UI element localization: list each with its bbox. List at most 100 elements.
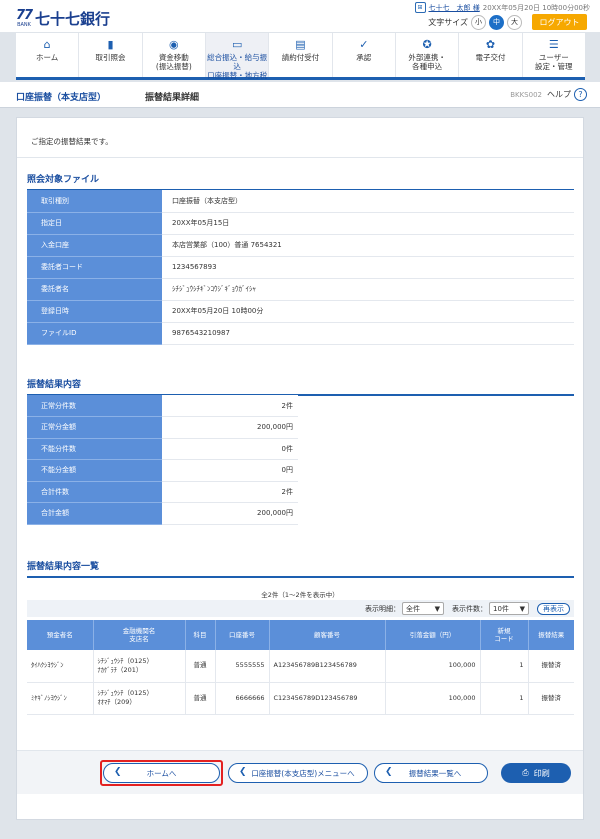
branch-name-cell: ﾅｶｹﾞﾗﾁ（201） <box>97 665 143 674</box>
column-header: 口座番号 <box>215 620 270 650</box>
nav-approval[interactable]: ✓ 承認 <box>333 33 396 77</box>
font-size-large-button[interactable]: 大 <box>507 14 522 30</box>
file-info-value: 20XX年05月15日 <box>162 212 574 235</box>
logout-button[interactable]: ログアウト <box>532 14 587 30</box>
service-menu-button-label: 口座振替(本支店型)メニューへ <box>251 768 355 778</box>
chevron-left-icon: ❮ <box>385 767 393 777</box>
redisplay-button[interactable]: 再表示 <box>537 602 570 615</box>
global-nav: ⌂ ホーム ▮ 取引照会 ◉ 資金移動 (振込振替) ▭ 総合振込・給与振込 口… <box>16 33 585 80</box>
service-menu-button[interactable]: ❮ 口座振替(本支店型)メニューへ <box>228 763 368 783</box>
nav-label: 設定・管理 <box>535 62 573 71</box>
column-header-line: 口座番号 <box>229 631 255 639</box>
nav-e-delivery[interactable]: ✿ 電子交付 <box>459 33 523 77</box>
column-header: 振替結果 <box>528 620 574 650</box>
nav-user-settings[interactable]: ☰ ユーザー 設定・管理 <box>523 33 585 77</box>
logo-mark: 77 BANK <box>15 8 33 29</box>
nav-label: 請約付受付 <box>281 53 320 62</box>
external-link-icon: ✪ <box>422 38 432 51</box>
page-title: 振替結果詳細 <box>145 93 200 103</box>
account-number: 6666666 <box>215 682 270 715</box>
font-size-small-button[interactable]: 小 <box>471 14 486 30</box>
help-link[interactable]: ヘルプ ? <box>547 88 587 101</box>
column-header: 引落金額（円） <box>385 620 481 650</box>
user-settings-icon: ☰ <box>548 38 559 51</box>
help-icon: ? <box>574 88 587 101</box>
column-header-line: コード <box>494 635 514 643</box>
nav-external[interactable]: ✪ 外部連携・ 各種申込 <box>396 33 460 77</box>
section-title-file: 照会対象ファイル <box>27 172 574 191</box>
column-header-line: 引落金額（円） <box>409 631 456 639</box>
account-type: 普通 <box>185 682 216 715</box>
result-summary-label: 合計件数 <box>27 481 162 503</box>
nav-bulk-transfer[interactable]: ▭ 総合振込・給与振込 口座振替・地方税 <box>205 33 270 80</box>
bank-logo[interactable]: 77 BANK 七十七銀行 <box>16 9 110 29</box>
approval-icon: ✓ <box>359 38 369 51</box>
result-summary-label: 正常分件数 <box>27 395 162 417</box>
result-summary-value: 2件 <box>162 481 298 503</box>
column-header-line: 顧客番号 <box>314 631 340 639</box>
e-delivery-icon: ✿ <box>485 38 496 51</box>
result-list-button[interactable]: ❮ 振替結果一覧へ <box>374 763 488 783</box>
nav-inquiry[interactable]: ▮ 取引照会 <box>79 33 143 77</box>
result-summary-row: 合計金額 200,000円 <box>27 502 298 525</box>
file-info-value: 1234567893 <box>162 256 574 279</box>
print-button[interactable]: ⎙ 印刷 <box>501 763 571 783</box>
table-row: ﾐﾔｷﾞﾉｼﾖｳｼﾞﾝ ｼﾁｼﾞｭｳｼﾁ（0125） ｵｵﾏﾁ（209） 普通 6… <box>27 682 574 715</box>
logo-number: 77 <box>15 8 33 23</box>
page-title-bar: 口座振替（本支店型） 振替結果詳細 BKKS002 ヘルプ ? <box>0 82 600 108</box>
home-button[interactable]: ❮ ホームへ <box>103 763 220 783</box>
depositor-name: ﾀｲﾊｸｼﾖｳｼﾞﾝ <box>27 650 94 683</box>
bank-name: 七十七銀行 <box>35 10 111 28</box>
result-summary-value: 200,000円 <box>162 416 298 439</box>
file-info-row: 登録日時 20XX年05月20日 10時00分 <box>27 300 574 323</box>
result-summary-value: 0円 <box>162 459 298 482</box>
new-code: 1 <box>480 682 529 715</box>
detail-filter-select[interactable]: 全件 ▼ <box>402 602 444 615</box>
nav-label: 資金移動 <box>158 53 189 62</box>
nav-label: 承認 <box>356 53 372 62</box>
bank-branch: ｼﾁｼﾞｭｳｼﾁ（0125） ｵｵﾏﾁ（209） <box>93 682 186 715</box>
nav-label: 電子交付 <box>475 53 506 62</box>
column-header: 新規 コード <box>480 620 529 650</box>
result-summary-table: 正常分件数 2件 正常分金額 200,000円 不能分件数 0件 不能分金額 0円 合計… <box>27 395 298 525</box>
per-page-label: 表示件数： <box>452 604 487 613</box>
detail-filter-value: 全件 <box>406 604 420 613</box>
debit-amount: 100,000 <box>385 650 481 683</box>
divider <box>17 157 583 158</box>
file-info-table: 取引種別 口座振替（本支店型） 指定日 20XX年05月15日 入金口座 本店営業部… <box>27 190 574 345</box>
bank-name-cell: ｼﾁｼﾞｭｳｼﾁ（0125） <box>97 689 154 697</box>
logo-bank-text: BANK <box>17 22 31 28</box>
result-summary-label: 正常分金額 <box>27 416 162 439</box>
result-summary-label: 不能分件数 <box>27 438 162 460</box>
nav-label: (振込振替) <box>155 62 192 71</box>
file-info-value: ｼﾁｼﾞｭｳｼﾁｷﾞﾝｺｳｼﾞｷﾞｮｳｶﾞｲｼｬ <box>162 278 574 301</box>
result-summary-value: 2件 <box>162 395 298 417</box>
font-size-medium-button[interactable]: 中 <box>489 14 504 30</box>
chevron-down-icon: ▼ <box>434 604 440 613</box>
help-label: ヘルプ <box>547 90 571 99</box>
result-summary-value: 200,000円 <box>162 502 298 525</box>
transfer-result: 振替済 <box>528 682 574 715</box>
record-count: 全2件（1～2件を表示中） <box>261 591 339 599</box>
nav-label: ホーム <box>36 53 59 62</box>
file-info-row: 委託者コード 1234567893 <box>27 256 574 279</box>
column-header: 預金者名 <box>27 620 94 650</box>
nav-home[interactable]: ⌂ ホーム <box>16 33 80 77</box>
nav-label: 総合振込・給与振込 <box>207 53 268 71</box>
chevron-down-icon: ▼ <box>519 604 525 613</box>
service-title: 口座振替（本支店型） <box>16 93 107 103</box>
action-button-row: ❮ ホームへ ❮ 口座振替(本支店型)メニューへ ❮ 振替結果一覧へ ⎙ 印刷 <box>17 750 583 794</box>
nav-label: ユーザー <box>538 53 569 62</box>
per-page-select[interactable]: 10件 ▼ <box>489 602 529 615</box>
filter-label: 表示明細： <box>365 604 400 613</box>
user-name-link[interactable]: 七十七 太郎 様 <box>429 3 480 13</box>
result-summary-label: 不能分金額 <box>27 459 162 482</box>
fund-transfer-icon: ◉ <box>169 38 179 51</box>
file-info-label: 委託者名 <box>27 278 162 301</box>
result-list-button-label: 振替結果一覧へ <box>408 768 462 778</box>
nav-fund-transfer[interactable]: ◉ 資金移動 (振込振替) <box>143 33 206 77</box>
nav-invoice[interactable]: ▤ 請約付受付 <box>269 33 333 77</box>
column-header-line: 振替結果 <box>538 631 565 639</box>
column-header: 科目 <box>185 620 216 650</box>
file-info-label: 入金口座 <box>27 234 162 257</box>
